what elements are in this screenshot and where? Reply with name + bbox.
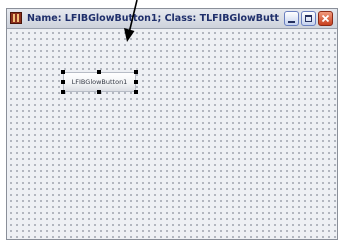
selection-handle-bottom-left[interactable] [61,90,65,94]
selection-handle-bottom-right[interactable] [134,90,138,94]
selection-handle-top[interactable] [97,70,101,74]
window-title: Name: LFIBGlowButton1; Class: TLFIBGlowB… [27,13,279,24]
maximize-icon [305,15,312,22]
app-icon[interactable] [10,12,22,24]
minimize-icon [288,21,295,23]
selection-handle-left[interactable] [61,80,65,84]
lfib-glow-button[interactable]: LFIBGlowButton1 [63,72,136,92]
maximize-button[interactable] [301,11,316,26]
selection-handle-top-right[interactable] [134,70,138,74]
title-bar[interactable]: Name: LFIBGlowButton1; Class: TLFIBGlowB… [7,9,337,29]
glow-button-caption: LFIBGlowButton1 [71,78,128,86]
selection-handle-right[interactable] [134,80,138,84]
selection-handle-bottom[interactable] [97,90,101,94]
close-button[interactable] [318,11,333,26]
form-design-surface[interactable]: LFIBGlowButton1 [7,29,337,239]
arrow-icon [124,0,138,42]
screenshot-stage: Name: LFIBGlowButton1; Class: TLFIBGlowB… [0,0,342,244]
minimize-button[interactable] [284,11,299,26]
form-designer-window: Name: LFIBGlowButton1; Class: TLFIBGlowB… [6,8,338,240]
selection-handle-top-left[interactable] [61,70,65,74]
close-icon [321,14,330,23]
